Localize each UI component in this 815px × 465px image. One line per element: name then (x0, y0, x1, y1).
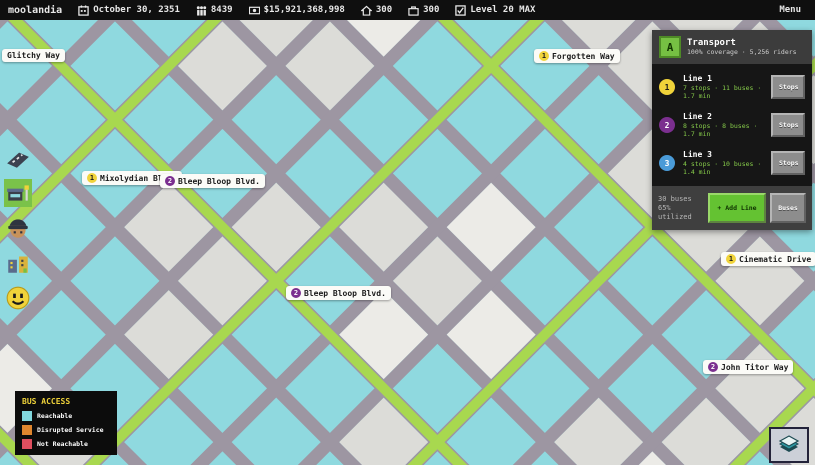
menu-button[interactable]: Menu (779, 5, 801, 15)
calendar-icon (78, 5, 89, 16)
level-display: Level 20 MAX (455, 5, 535, 16)
street-label: 1 Cinematic Drive (721, 252, 815, 266)
left-toolbar (4, 144, 32, 312)
top-status-bar: moolandia October 30, 2351 8439 $15,921,… (0, 0, 815, 20)
bus-access-legend: BUS ACCESS Reachable Disrupted Service N… (15, 391, 117, 455)
population-value: 8439 (211, 5, 233, 15)
line-row-2[interactable]: 2 Line 2 8 stops · 8 buses · 1.7 min Sto… (652, 106, 812, 144)
buses-total: 30 buses (658, 195, 704, 204)
layers-icon (776, 433, 802, 457)
app-logo: moolandia (8, 5, 62, 16)
jobs-display: 300 (408, 5, 439, 16)
transport-grade-badge: A (659, 36, 681, 58)
buildings-tool-icon[interactable] (4, 249, 32, 277)
line-badge: 2 (708, 362, 718, 372)
house-icon (361, 5, 372, 16)
money-display: $15,921,368,998 (249, 5, 345, 16)
street-label-text: Bleep Bloop Blvd. (304, 289, 386, 298)
street-label-text: Bleep Bloop Blvd. (178, 177, 260, 186)
transport-panel-footer: 30 buses 65% utilized + Add Line Buses (652, 186, 812, 230)
line-2-stops-button[interactable]: Stops (771, 113, 805, 137)
transport-panel-header: A Transport 100% coverage · 5,256 riders (652, 30, 812, 64)
street-label-text: Glitchy Way (7, 51, 60, 60)
line-stats: 7 stops · 11 buses · 1.7 min (683, 84, 771, 100)
reachable-swatch (22, 411, 32, 421)
money-value: $15,921,368,998 (264, 5, 345, 15)
legend-label: Reachable (37, 412, 72, 420)
street-label: Glitchy Way (2, 49, 65, 62)
line-stats: 4 stops · 10 buses · 1.4 min (683, 160, 771, 176)
bus-stop-tool-icon[interactable] (4, 179, 32, 207)
transport-panel-title: Transport (687, 38, 797, 48)
citizens-tool-icon[interactable] (4, 214, 32, 242)
date-value: October 30, 2351 (93, 5, 180, 15)
line-badge: 1 (726, 254, 736, 264)
street-label-text: Forgotten Way (552, 52, 615, 61)
street-label: 2 Bleep Bloop Blvd. (160, 174, 265, 188)
legend-label: Disrupted Service (37, 426, 104, 434)
transport-panel: A Transport 100% coverage · 5,256 riders… (652, 30, 812, 230)
add-line-button[interactable]: + Add Line (708, 193, 766, 223)
street-label: 2 John Titor Way (703, 360, 793, 374)
legend-title: BUS ACCESS (22, 397, 110, 406)
homes-display: 300 (361, 5, 392, 16)
line-3-badge: 3 (659, 155, 675, 171)
money-icon (249, 5, 260, 16)
line-badge: 1 (539, 51, 549, 61)
line-badge: 2 (165, 176, 175, 186)
road-tool-icon[interactable] (4, 144, 32, 172)
street-label: 1 Forgotten Way (534, 49, 620, 63)
street-label: 2 Bleep Bloop Blvd. (286, 286, 391, 300)
line-name: Line 2 (683, 112, 771, 122)
line-stats: 8 stops · 8 buses · 1.7 min (683, 122, 771, 138)
legend-label: Not Reachable (37, 440, 88, 448)
line-badge: 1 (87, 173, 97, 183)
line-row-3[interactable]: 3 Line 3 4 stops · 10 buses · 1.4 min St… (652, 144, 812, 182)
line-2-badge: 2 (659, 117, 675, 133)
line-name: Line 3 (683, 150, 771, 160)
line-badge: 2 (291, 288, 301, 298)
jobs-value: 300 (423, 5, 439, 15)
population-icon (196, 5, 207, 16)
buses-button[interactable]: Buses (770, 193, 806, 223)
street-label-text: John Titor Way (721, 363, 788, 372)
line-row-1[interactable]: 1 Line 1 7 stops · 11 buses · 1.7 min St… (652, 68, 812, 106)
level-check-icon (455, 5, 466, 16)
legend-item: Not Reachable (22, 439, 110, 449)
transport-panel-subtitle: 100% coverage · 5,256 riders (687, 48, 797, 57)
happiness-tool-icon[interactable] (4, 284, 32, 312)
population-display: 8439 (196, 5, 233, 16)
disrupted-swatch (22, 425, 32, 435)
line-1-badge: 1 (659, 79, 675, 95)
line-name: Line 1 (683, 74, 771, 84)
legend-item: Disrupted Service (22, 425, 110, 435)
not-reachable-swatch (22, 439, 32, 449)
briefcase-icon (408, 5, 419, 16)
legend-item: Reachable (22, 411, 110, 421)
date-display: October 30, 2351 (78, 5, 180, 16)
buses-utilization: 65% utilized (658, 204, 704, 222)
line-3-stops-button[interactable]: Stops (771, 151, 805, 175)
homes-value: 300 (376, 5, 392, 15)
map-layers-button[interactable] (769, 427, 809, 463)
transport-lines-list: 1 Line 1 7 stops · 11 buses · 1.7 min St… (652, 64, 812, 186)
street-label-text: Cinematic Drive (739, 255, 811, 264)
level-value: Level 20 MAX (470, 5, 535, 15)
line-1-stops-button[interactable]: Stops (771, 75, 805, 99)
